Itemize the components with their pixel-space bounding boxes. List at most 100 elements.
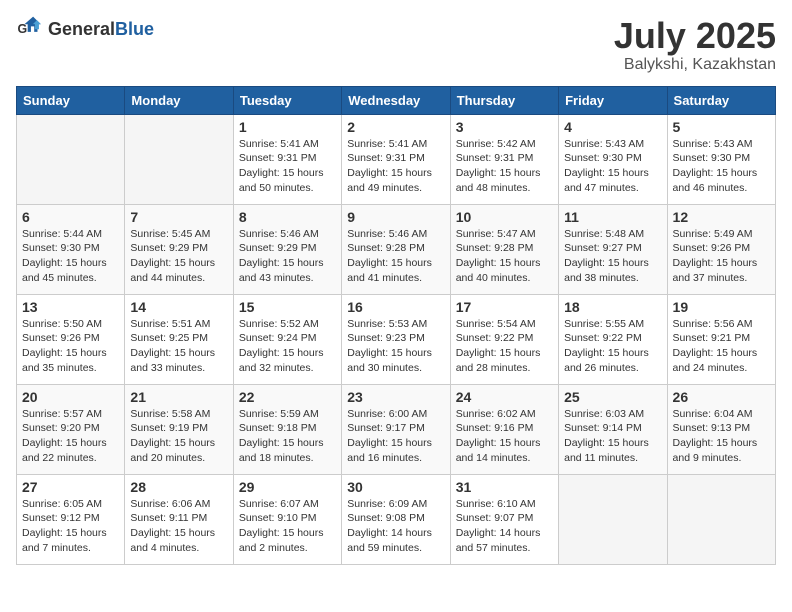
calendar-cell: 30 Sunrise: 6:09 AMSunset: 9:08 PMDayligh…: [342, 474, 450, 564]
title-block: July 2025 Balykshi, Kazakhstan: [614, 16, 776, 74]
logo-text: General Blue: [48, 20, 154, 40]
calendar-cell: [125, 114, 233, 204]
day-number: 13: [22, 299, 119, 315]
day-number: 24: [456, 389, 553, 405]
calendar-cell: [17, 114, 125, 204]
day-info: Sunrise: 5:46 AMSunset: 9:28 PMDaylight:…: [347, 227, 444, 286]
day-number: 26: [673, 389, 770, 405]
title-month: July 2025: [614, 16, 776, 56]
day-number: 18: [564, 299, 661, 315]
calendar-cell: 9 Sunrise: 5:46 AMSunset: 9:28 PMDaylight…: [342, 204, 450, 294]
day-info: Sunrise: 5:57 AMSunset: 9:20 PMDaylight:…: [22, 407, 119, 466]
weekday-header-tuesday: Tuesday: [233, 86, 341, 114]
day-number: 9: [347, 209, 444, 225]
day-info: Sunrise: 6:06 AMSunset: 9:11 PMDaylight:…: [130, 497, 227, 556]
day-info: Sunrise: 5:47 AMSunset: 9:28 PMDaylight:…: [456, 227, 553, 286]
day-number: 17: [456, 299, 553, 315]
calendar-cell: 21Sunrise: 5:58 AMSunset: 9:19 PMDayligh…: [125, 384, 233, 474]
calendar-cell: 14Sunrise: 5:51 AMSunset: 9:25 PMDayligh…: [125, 294, 233, 384]
day-number: 19: [673, 299, 770, 315]
calendar-week-5: 27 Sunrise: 6:05 AMSunset: 9:12 PMDayligh…: [17, 474, 776, 564]
calendar-cell: 28 Sunrise: 6:06 AMSunset: 9:11 PMDayligh…: [125, 474, 233, 564]
day-info: Sunrise: 5:54 AMSunset: 9:22 PMDaylight:…: [456, 317, 553, 376]
day-info: Sunrise: 5:43 AMSunset: 9:30 PMDaylight:…: [564, 137, 661, 196]
day-number: 11: [564, 209, 661, 225]
calendar-cell: 31Sunrise: 6:10 AMSunset: 9:07 PMDayligh…: [450, 474, 558, 564]
day-info: Sunrise: 5:51 AMSunset: 9:25 PMDaylight:…: [130, 317, 227, 376]
calendar-cell: 22 Sunrise: 5:59 AMSunset: 9:18 PMDayligh…: [233, 384, 341, 474]
day-info: Sunrise: 6:00 AMSunset: 9:17 PMDaylight:…: [347, 407, 444, 466]
calendar-week-1: 1 Sunrise: 5:41 AMSunset: 9:31 PMDaylight…: [17, 114, 776, 204]
calendar-cell: 2Sunrise: 5:41 AMSunset: 9:31 PMDaylight…: [342, 114, 450, 204]
day-info: Sunrise: 6:07 AMSunset: 9:10 PMDaylight:…: [239, 497, 336, 556]
day-info: Sunrise: 5:50 AMSunset: 9:26 PMDaylight:…: [22, 317, 119, 376]
calendar-cell: 10Sunrise: 5:47 AMSunset: 9:28 PMDayligh…: [450, 204, 558, 294]
weekday-header-monday: Monday: [125, 86, 233, 114]
day-number: 16: [347, 299, 444, 315]
calendar-cell: 8Sunrise: 5:46 AMSunset: 9:29 PMDaylight…: [233, 204, 341, 294]
day-info: Sunrise: 5:41 AMSunset: 9:31 PMDaylight:…: [239, 137, 336, 196]
calendar-cell: 11 Sunrise: 5:48 AMSunset: 9:27 PMDayligh…: [559, 204, 667, 294]
day-info: Sunrise: 6:10 AMSunset: 9:07 PMDaylight:…: [456, 497, 553, 556]
logo: G General Blue: [16, 16, 154, 44]
day-info: Sunrise: 5:59 AMSunset: 9:18 PMDaylight:…: [239, 407, 336, 466]
day-number: 30: [347, 479, 444, 495]
day-info: Sunrise: 5:53 AMSunset: 9:23 PMDaylight:…: [347, 317, 444, 376]
day-info: Sunrise: 5:48 AMSunset: 9:27 PMDaylight:…: [564, 227, 661, 286]
page-header: G General Blue July 2025 Balykshi, Kazak…: [16, 16, 776, 74]
calendar-week-3: 13 Sunrise: 5:50 AMSunset: 9:26 PMDayligh…: [17, 294, 776, 384]
day-number: 3: [456, 119, 553, 135]
day-info: Sunrise: 6:02 AMSunset: 9:16 PMDaylight:…: [456, 407, 553, 466]
calendar-cell: 12Sunrise: 5:49 AMSunset: 9:26 PMDayligh…: [667, 204, 775, 294]
day-info: Sunrise: 5:45 AMSunset: 9:29 PMDaylight:…: [130, 227, 227, 286]
calendar-week-4: 20Sunrise: 5:57 AMSunset: 9:20 PMDayligh…: [17, 384, 776, 474]
calendar-cell: 24 Sunrise: 6:02 AMSunset: 9:16 PMDayligh…: [450, 384, 558, 474]
calendar-cell: 19 Sunrise: 5:56 AMSunset: 9:21 PMDayligh…: [667, 294, 775, 384]
day-number: 29: [239, 479, 336, 495]
calendar-cell: 13 Sunrise: 5:50 AMSunset: 9:26 PMDayligh…: [17, 294, 125, 384]
day-number: 1: [239, 119, 336, 135]
calendar-cell: 6 Sunrise: 5:44 AMSunset: 9:30 PMDaylight…: [17, 204, 125, 294]
weekday-header-saturday: Saturday: [667, 86, 775, 114]
day-info: Sunrise: 5:46 AMSunset: 9:29 PMDaylight:…: [239, 227, 336, 286]
day-info: Sunrise: 5:41 AMSunset: 9:31 PMDaylight:…: [347, 137, 444, 196]
calendar-cell: [667, 474, 775, 564]
calendar-cell: 23Sunrise: 6:00 AMSunset: 9:17 PMDayligh…: [342, 384, 450, 474]
weekday-header-thursday: Thursday: [450, 86, 558, 114]
day-info: Sunrise: 5:42 AMSunset: 9:31 PMDaylight:…: [456, 137, 553, 196]
day-info: Sunrise: 5:43 AMSunset: 9:30 PMDaylight:…: [673, 137, 770, 196]
calendar-table: SundayMondayTuesdayWednesdayThursdayFrid…: [16, 86, 776, 565]
logo-icon: G: [16, 16, 44, 44]
calendar-cell: [559, 474, 667, 564]
calendar-cell: 15Sunrise: 5:52 AMSunset: 9:24 PMDayligh…: [233, 294, 341, 384]
day-number: 28: [130, 479, 227, 495]
day-info: Sunrise: 5:49 AMSunset: 9:26 PMDaylight:…: [673, 227, 770, 286]
calendar-cell: 7 Sunrise: 5:45 AMSunset: 9:29 PMDaylight…: [125, 204, 233, 294]
calendar-cell: 1 Sunrise: 5:41 AMSunset: 9:31 PMDaylight…: [233, 114, 341, 204]
day-info: Sunrise: 6:04 AMSunset: 9:13 PMDaylight:…: [673, 407, 770, 466]
weekday-header-wednesday: Wednesday: [342, 86, 450, 114]
day-info: Sunrise: 6:03 AMSunset: 9:14 PMDaylight:…: [564, 407, 661, 466]
weekday-header-friday: Friday: [559, 86, 667, 114]
day-number: 4: [564, 119, 661, 135]
day-info: Sunrise: 6:09 AMSunset: 9:08 PMDaylight:…: [347, 497, 444, 556]
day-info: Sunrise: 5:56 AMSunset: 9:21 PMDaylight:…: [673, 317, 770, 376]
calendar-cell: 27 Sunrise: 6:05 AMSunset: 9:12 PMDayligh…: [17, 474, 125, 564]
weekday-header-row: SundayMondayTuesdayWednesdayThursdayFrid…: [17, 86, 776, 114]
calendar-cell: 18Sunrise: 5:55 AMSunset: 9:22 PMDayligh…: [559, 294, 667, 384]
weekday-header-sunday: Sunday: [17, 86, 125, 114]
calendar-cell: 25Sunrise: 6:03 AMSunset: 9:14 PMDayligh…: [559, 384, 667, 474]
calendar-cell: 16 Sunrise: 5:53 AMSunset: 9:23 PMDayligh…: [342, 294, 450, 384]
title-location: Balykshi, Kazakhstan: [614, 56, 776, 74]
day-number: 22: [239, 389, 336, 405]
day-info: Sunrise: 6:05 AMSunset: 9:12 PMDaylight:…: [22, 497, 119, 556]
day-number: 15: [239, 299, 336, 315]
day-number: 7: [130, 209, 227, 225]
day-info: Sunrise: 5:44 AMSunset: 9:30 PMDaylight:…: [22, 227, 119, 286]
calendar-cell: 17 Sunrise: 5:54 AMSunset: 9:22 PMDayligh…: [450, 294, 558, 384]
calendar-cell: 4 Sunrise: 5:43 AMSunset: 9:30 PMDaylight…: [559, 114, 667, 204]
day-number: 27: [22, 479, 119, 495]
day-number: 6: [22, 209, 119, 225]
day-info: Sunrise: 5:58 AMSunset: 9:19 PMDaylight:…: [130, 407, 227, 466]
calendar-cell: 3 Sunrise: 5:42 AMSunset: 9:31 PMDaylight…: [450, 114, 558, 204]
